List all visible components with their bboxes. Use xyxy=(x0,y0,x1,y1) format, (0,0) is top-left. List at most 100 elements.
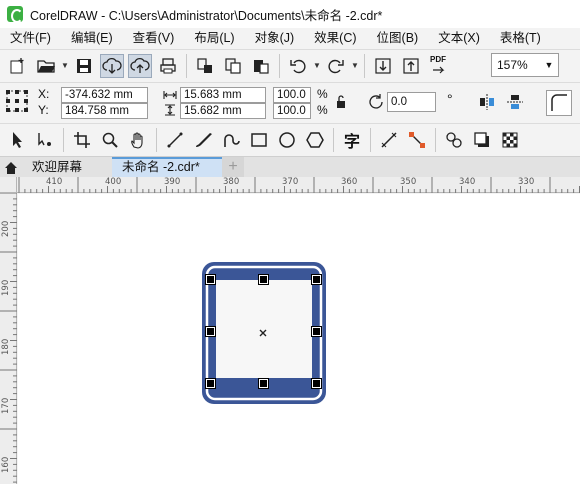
ruler-label: 400 xyxy=(105,177,122,187)
pan-tool-icon[interactable] xyxy=(126,128,150,152)
ellipse-tool-icon[interactable] xyxy=(275,128,299,152)
separator xyxy=(63,127,64,152)
connector-tool-icon[interactable] xyxy=(405,128,429,152)
resize-handle-left[interactable] xyxy=(205,326,216,337)
center-mark-icon xyxy=(258,327,268,337)
ruler-label: 410 xyxy=(46,177,63,187)
separator xyxy=(333,127,334,152)
open-folder-icon[interactable] xyxy=(34,54,58,78)
text-tool-icon[interactable]: 字 xyxy=(340,128,364,152)
resize-handle-bottom-right[interactable] xyxy=(311,378,322,389)
mirror-vertical-icon[interactable] xyxy=(505,92,525,112)
menu-layout[interactable]: 布局(L) xyxy=(184,28,244,48)
ruler-label: 380 xyxy=(223,177,240,187)
new-document-icon[interactable] xyxy=(6,54,30,78)
ruler-label: 390 xyxy=(164,177,181,187)
undo-dropdown-icon[interactable]: ▼ xyxy=(312,54,322,78)
ruler-label: 340 xyxy=(459,177,476,187)
resize-handle-top-left[interactable] xyxy=(205,274,216,285)
cut-icon[interactable] xyxy=(193,54,217,78)
menu-effects[interactable]: 效果(C) xyxy=(304,28,366,48)
paste-icon[interactable] xyxy=(249,54,273,78)
object-origin-icon[interactable] xyxy=(5,89,29,113)
menu-table[interactable]: 表格(T) xyxy=(490,28,551,48)
resize-handle-bottom[interactable] xyxy=(258,378,269,389)
redo-icon[interactable] xyxy=(324,54,348,78)
transparency-tool-icon[interactable] xyxy=(498,128,522,152)
ruler-origin[interactable] xyxy=(0,177,17,193)
publish-pdf-icon[interactable]: PDF xyxy=(427,54,451,78)
save-icon[interactable] xyxy=(72,54,96,78)
resize-handle-top[interactable] xyxy=(258,274,269,285)
text-tool-glyph: 字 xyxy=(343,133,360,151)
resize-handle-bottom-left[interactable] xyxy=(205,378,216,389)
blend-tool-icon[interactable] xyxy=(442,128,466,152)
menu-bar: 文件(F) 编辑(E) 查看(V) 布局(L) 对象(J) 效果(C) 位图(B… xyxy=(0,28,580,48)
pick-tool-icon[interactable] xyxy=(5,128,29,152)
rotation-field[interactable]: 0.0 xyxy=(387,92,436,112)
resize-handle-top-right[interactable] xyxy=(311,274,322,285)
crop-tool-icon[interactable] xyxy=(70,128,94,152)
ruler-label: 200 xyxy=(1,220,11,237)
vertical-ruler[interactable]: 200 190 180 170 160 xyxy=(0,193,17,484)
import-icon[interactable] xyxy=(371,54,395,78)
cloud-download-icon[interactable] xyxy=(100,53,124,78)
drawing-canvas[interactable] xyxy=(18,194,580,484)
copy-icon[interactable] xyxy=(221,54,245,78)
separator xyxy=(279,53,280,78)
height-icon xyxy=(163,104,177,116)
x-label: X: xyxy=(38,87,50,101)
zoom-dropdown-icon[interactable]: ▼ xyxy=(540,54,558,76)
menu-object[interactable]: 对象(J) xyxy=(245,28,305,48)
export-icon[interactable] xyxy=(399,54,423,78)
tab-document[interactable]: 未命名 -2.cdr* xyxy=(112,157,222,178)
horizontal-ruler[interactable]: 410 400 390 380 370 360 350 340 330 xyxy=(17,177,580,193)
scale-x-field[interactable]: 100.0 xyxy=(273,87,311,103)
tab-welcome-screen[interactable]: 欢迎屏幕 xyxy=(22,157,112,178)
height-field[interactable]: 15.682 mm xyxy=(180,103,266,119)
separator xyxy=(156,127,157,152)
ruler-label: 350 xyxy=(400,177,417,187)
menu-text[interactable]: 文本(X) xyxy=(428,28,490,48)
scale-y-field[interactable]: 100.0 xyxy=(273,103,311,119)
x-position-field[interactable]: -374.632 mm xyxy=(61,87,148,103)
separator xyxy=(364,53,365,78)
menu-file[interactable]: 文件(F) xyxy=(0,28,61,48)
shape-tool-icon[interactable] xyxy=(33,128,57,152)
menu-bitmaps[interactable]: 位图(B) xyxy=(367,28,429,48)
zoom-tool-icon[interactable] xyxy=(98,128,122,152)
add-tab-button[interactable]: + xyxy=(222,157,244,178)
coreldraw-logo-icon xyxy=(7,6,23,23)
cloud-upload-icon[interactable] xyxy=(128,53,152,78)
y-label: Y: xyxy=(38,103,49,117)
toolbox: 字 xyxy=(0,123,580,155)
rectangle-tool-icon[interactable] xyxy=(247,128,271,152)
curve-tool-icon[interactable] xyxy=(219,128,243,152)
horizontal-ruler-ticks xyxy=(18,177,580,193)
ruler-label: 170 xyxy=(1,397,11,414)
ruler-label: 160 xyxy=(1,456,11,473)
freehand-tool-icon[interactable] xyxy=(163,128,187,152)
ruler-label: 360 xyxy=(341,177,358,187)
rotation-icon xyxy=(367,93,385,111)
drop-shadow-icon[interactable] xyxy=(470,128,494,152)
artistic-media-icon[interactable] xyxy=(191,128,215,152)
separator xyxy=(370,127,371,152)
lock-ratio-icon[interactable] xyxy=(335,95,347,109)
dimension-tool-icon[interactable] xyxy=(377,128,401,152)
menu-view[interactable]: 查看(V) xyxy=(123,28,185,48)
redo-dropdown-icon[interactable]: ▼ xyxy=(350,54,360,78)
undo-icon[interactable] xyxy=(286,54,310,78)
polygon-tool-icon[interactable] xyxy=(303,128,327,152)
width-icon xyxy=(163,89,177,101)
y-position-field[interactable]: 184.758 mm xyxy=(61,103,148,119)
menu-edit[interactable]: 编辑(E) xyxy=(61,28,123,48)
width-field[interactable]: 15.683 mm xyxy=(180,87,266,103)
mirror-horizontal-icon[interactable] xyxy=(477,92,497,112)
home-icon[interactable] xyxy=(0,157,22,178)
print-icon[interactable] xyxy=(156,54,180,78)
resize-handle-right[interactable] xyxy=(311,326,322,337)
ruler-label: 190 xyxy=(1,279,11,296)
open-dropdown-icon[interactable]: ▼ xyxy=(60,54,70,78)
corner-shape-icon[interactable] xyxy=(546,90,572,116)
